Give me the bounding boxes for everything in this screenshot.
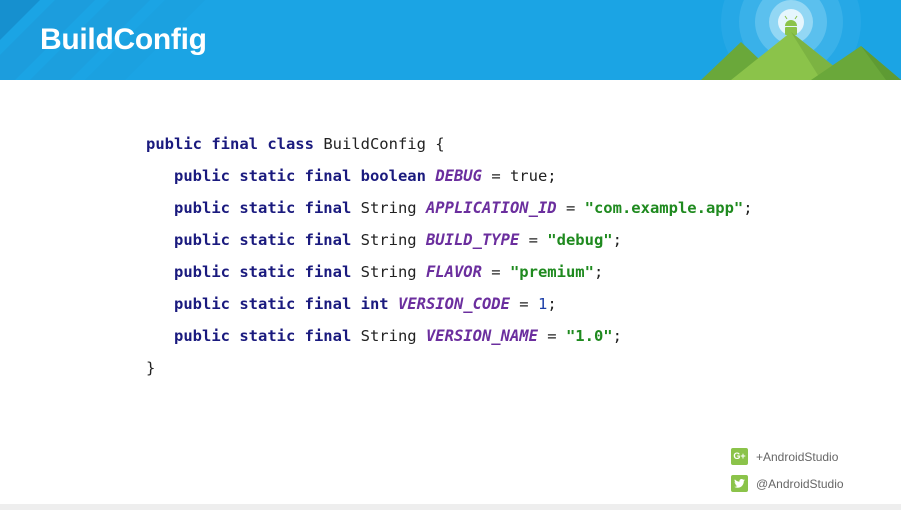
code-line-flavor: public static final String FLAVOR = "pre… <box>146 256 753 288</box>
code-operator: = <box>537 327 566 345</box>
code-string: "1.0" <box>565 327 613 345</box>
code-field: DEBUG <box>435 167 482 185</box>
code-keyword: public final class <box>146 135 314 153</box>
twitter-icon <box>731 475 748 493</box>
code-string: "debug" <box>547 231 613 249</box>
code-semicolon: ; <box>593 263 604 281</box>
code-operator: = <box>556 199 585 217</box>
code-operator: = <box>519 231 548 249</box>
code-class-name: BuildConfig { <box>313 135 445 153</box>
twitter-handle[interactable]: @AndroidStudio <box>731 474 844 493</box>
code-string: "com.example.app" <box>584 199 744 217</box>
code-keyword: public static final <box>174 263 352 281</box>
code-number: 1 <box>537 295 548 313</box>
code-field: FLAVOR <box>425 263 482 281</box>
code-field: VERSION_NAME <box>425 327 538 345</box>
code-type: String <box>351 327 426 345</box>
code-string: "premium" <box>509 263 594 281</box>
code-keyword: public static final <box>174 199 352 217</box>
code-keyword: public static final boolean <box>174 167 426 185</box>
code-line-version-code: public static final int VERSION_CODE = 1… <box>146 288 753 320</box>
code-type: String <box>351 231 426 249</box>
footer-strip <box>0 504 901 510</box>
code-line-debug: public static final boolean DEBUG = true… <box>146 160 753 192</box>
slide: BuildConfig public final class BuildConf… <box>0 0 901 510</box>
code-field: BUILD_TYPE <box>425 231 520 249</box>
google-plus-label: +AndroidStudio <box>756 449 839 464</box>
code-field: APPLICATION_ID <box>425 199 557 217</box>
code-keyword: public static final <box>174 231 352 249</box>
code-line-application-id: public static final String APPLICATION_I… <box>146 192 753 224</box>
code-line-version-name: public static final String VERSION_NAME … <box>146 320 753 352</box>
code-block: public final class BuildConfig { public … <box>146 128 753 384</box>
code-semicolon: ; <box>612 327 622 345</box>
code-semicolon: ; <box>612 231 622 249</box>
code-line-build-type: public static final String BUILD_TYPE = … <box>146 224 753 256</box>
code-operator: = <box>481 263 510 281</box>
code-type: String <box>351 199 426 217</box>
twitter-label: @AndroidStudio <box>756 476 844 491</box>
code-keyword: public static final int <box>174 295 389 313</box>
google-plus-handle[interactable]: G+ +AndroidStudio <box>731 447 839 466</box>
code-assignment: = true; <box>481 167 557 185</box>
page-title: BuildConfig <box>40 23 207 56</box>
google-plus-icon: G+ <box>731 448 748 466</box>
code-type: String <box>351 263 426 281</box>
code-line-close: } <box>146 352 753 384</box>
code-operator: = <box>509 295 538 313</box>
code-field: VERSION_CODE <box>397 295 510 313</box>
header-banner: BuildConfig <box>0 0 901 80</box>
code-closing-brace: } <box>146 359 156 377</box>
code-semicolon: ; <box>743 199 753 217</box>
code-keyword: public static final <box>174 327 352 345</box>
code-semicolon: ; <box>547 295 557 313</box>
android-mountain-icon <box>701 0 901 80</box>
code-line-class: public final class BuildConfig { <box>146 128 753 160</box>
